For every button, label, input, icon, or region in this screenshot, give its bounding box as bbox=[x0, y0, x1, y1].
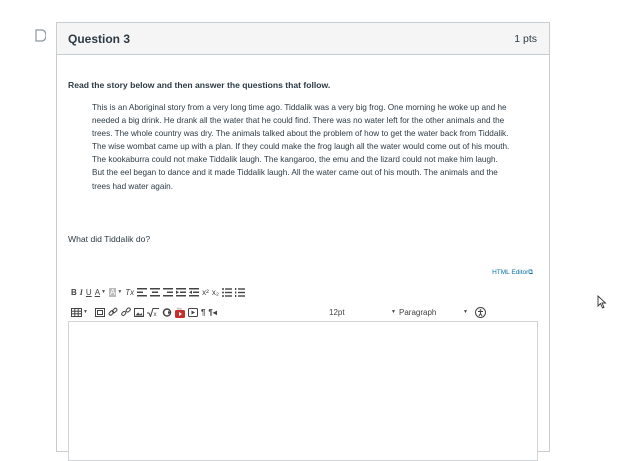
numbered-list-button[interactable] bbox=[234, 285, 245, 299]
html-editor-link[interactable]: HTML Editor⧉ bbox=[492, 269, 533, 277]
embed-icon bbox=[162, 307, 172, 317]
rtl-button[interactable]: ¶◂ bbox=[208, 305, 216, 319]
editor-toolbar-row-2: ▼ x You ¶ ¶◂ 12pt ▼ Paragraph ▼ bbox=[71, 305, 531, 319]
record-button[interactable] bbox=[187, 305, 198, 319]
embed-button[interactable] bbox=[162, 305, 172, 319]
question-header: Question 3 1 pts bbox=[57, 23, 549, 55]
bold-button[interactable]: B bbox=[71, 285, 77, 299]
html-editor-icon: ⧉ bbox=[528, 269, 533, 276]
accessibility-icon bbox=[475, 306, 486, 318]
flag-question-icon[interactable] bbox=[35, 29, 46, 42]
question-prompt: What did Tiddalik do? bbox=[68, 234, 151, 244]
outdent-icon bbox=[189, 287, 200, 296]
chevron-down-icon: ▼ bbox=[83, 309, 88, 315]
html-editor-label[interactable]: HTML Editor bbox=[492, 269, 528, 276]
unlink-icon bbox=[121, 307, 131, 316]
bullet-list-button[interactable] bbox=[221, 285, 232, 299]
indent-button[interactable] bbox=[176, 285, 187, 299]
equation-button[interactable]: x bbox=[146, 305, 159, 319]
youtube-icon: You bbox=[174, 307, 185, 318]
story-text: This is an Aboriginal story from a very … bbox=[92, 103, 510, 191]
numbered-list-icon bbox=[234, 287, 245, 297]
clear-formatting-button[interactable]: Tx bbox=[125, 285, 134, 299]
question-card: Question 3 1 pts Read the story below an… bbox=[56, 22, 550, 461]
chevron-down-icon[interactable]: ▼ bbox=[463, 305, 468, 319]
chevron-down-icon: ▼ bbox=[117, 289, 123, 295]
align-left-button[interactable] bbox=[137, 285, 148, 299]
image-button[interactable] bbox=[133, 305, 144, 319]
font-size-select[interactable]: 12pt bbox=[329, 305, 345, 319]
rich-text-editor-area[interactable] bbox=[68, 321, 538, 461]
chevron-down-icon: ▼ bbox=[101, 289, 106, 295]
bullet-list-icon bbox=[221, 287, 232, 297]
table-icon bbox=[71, 307, 82, 317]
align-left-icon bbox=[137, 287, 148, 296]
chevron-down-icon[interactable]: ▼ bbox=[391, 305, 396, 319]
italic-button[interactable]: I bbox=[80, 285, 83, 299]
ltr-button[interactable]: ¶ bbox=[201, 305, 205, 319]
question-title: Question 3 bbox=[68, 31, 131, 46]
equation-icon: x bbox=[146, 307, 159, 317]
font-color-button[interactable]: A ▼ bbox=[95, 285, 106, 299]
align-center-button[interactable] bbox=[150, 285, 161, 299]
font-color-label: A bbox=[94, 287, 101, 297]
youtube-button[interactable]: You bbox=[174, 305, 185, 319]
subscript-button[interactable]: x₂ bbox=[212, 285, 219, 299]
image-icon bbox=[133, 307, 144, 317]
table-button[interactable]: ▼ bbox=[71, 305, 88, 319]
pointer-cursor-icon bbox=[597, 295, 607, 309]
svg-text:x: x bbox=[153, 312, 156, 317]
link-icon bbox=[108, 307, 118, 316]
outdent-button[interactable] bbox=[189, 285, 200, 299]
accessibility-checker-button[interactable] bbox=[475, 305, 486, 319]
svg-text:You: You bbox=[176, 307, 181, 311]
indent-icon bbox=[176, 287, 187, 296]
media-button[interactable] bbox=[94, 305, 105, 319]
underline-button[interactable]: U bbox=[86, 285, 92, 299]
media-icon bbox=[94, 307, 105, 317]
link-button[interactable] bbox=[108, 305, 118, 319]
superscript-button[interactable]: x² bbox=[202, 285, 209, 299]
align-center-icon bbox=[150, 287, 161, 296]
align-right-button[interactable] bbox=[163, 285, 174, 299]
record-icon bbox=[187, 307, 198, 317]
align-right-icon bbox=[163, 287, 174, 296]
unlink-button[interactable] bbox=[121, 305, 131, 319]
background-color-button[interactable]: A ▼ bbox=[108, 285, 123, 299]
question-instructions: Read the story below and then answer the… bbox=[68, 80, 331, 90]
background-color-label: A bbox=[108, 287, 117, 297]
question-points: 1 pts bbox=[514, 32, 537, 45]
editor-toolbar-row-1: B I U A ▼ A ▼ Tx x² x₂ bbox=[71, 285, 531, 299]
paragraph-format-select[interactable]: Paragraph bbox=[399, 305, 436, 319]
